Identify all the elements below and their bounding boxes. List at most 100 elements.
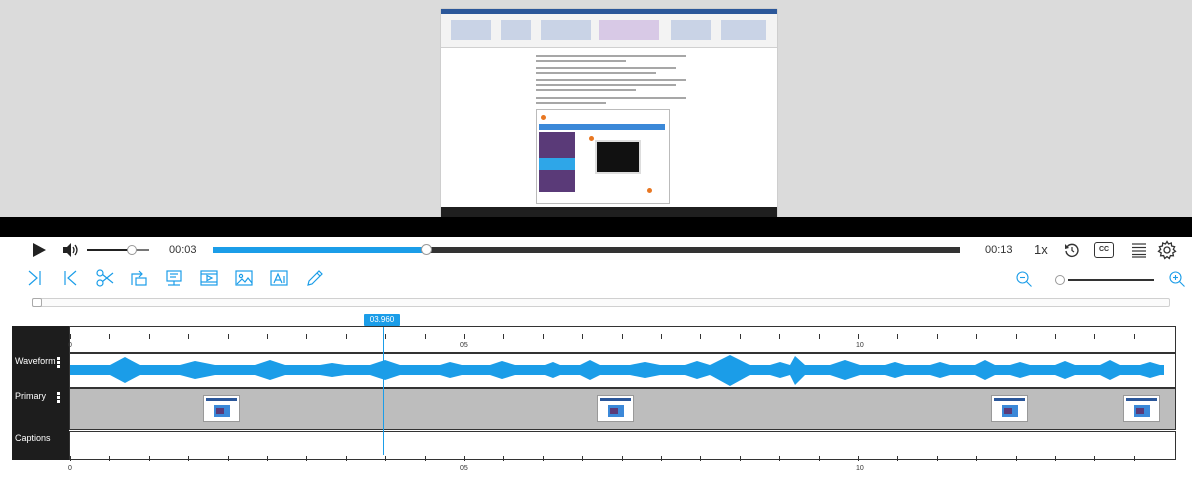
ruler-tick <box>306 456 307 461</box>
duration-time: 00:13 <box>985 244 1013 256</box>
ruler-tick <box>228 334 229 339</box>
ruler-label-0: 0 <box>68 342 72 349</box>
track-name: Waveform <box>15 356 56 366</box>
seek-bar-handle[interactable] <box>421 244 432 255</box>
ruler-tick <box>622 334 623 339</box>
list-menu-icon[interactable] <box>1130 241 1148 259</box>
playhead-line[interactable] <box>383 327 384 455</box>
current-time: 00:03 <box>169 244 197 256</box>
replay-icon[interactable] <box>1063 241 1081 259</box>
waveform-graphic <box>70 355 1164 386</box>
letterbox-band <box>0 217 1192 237</box>
ruler-tick <box>503 456 504 461</box>
ruler-tick <box>267 334 268 339</box>
ruler-header <box>12 326 69 353</box>
video-preview[interactable] <box>0 0 1192 217</box>
clip-thumbnail[interactable] <box>991 395 1028 422</box>
track-label-primary[interactable]: Primary <box>12 388 69 430</box>
ruler-tick <box>976 334 977 339</box>
ruler-tick <box>503 334 504 339</box>
ruler-tick <box>937 456 938 461</box>
clip-thumbnail[interactable] <box>1123 395 1160 422</box>
ruler-tick <box>109 456 110 461</box>
video-insert-icon[interactable] <box>199 268 219 288</box>
ruler-tick <box>1016 334 1017 339</box>
ruler-tick <box>70 456 71 461</box>
insert-icon[interactable] <box>129 268 149 288</box>
track-menu-icon[interactable] <box>57 357 61 369</box>
ruler-tick <box>1094 334 1095 339</box>
ruler-tick <box>346 456 347 461</box>
closed-captions-icon[interactable]: CC <box>1094 242 1114 258</box>
ruler-tick <box>582 456 583 461</box>
ruler-tick <box>385 334 386 339</box>
ruler-tick <box>858 334 859 339</box>
volume-slider-fill <box>87 249 132 251</box>
zoom-out-icon[interactable] <box>1015 270 1033 288</box>
play-icon[interactable] <box>30 241 48 259</box>
ruler-tick <box>385 456 386 461</box>
ruler-tick <box>740 456 741 461</box>
text-insert-icon[interactable] <box>269 268 289 288</box>
ruler-tick <box>1134 456 1135 461</box>
ruler-tick <box>661 334 662 339</box>
ruler-tick <box>858 456 859 461</box>
ruler-tick <box>819 334 820 339</box>
ruler-tick <box>897 334 898 339</box>
ruler-label-10-bottom: 10 <box>856 465 864 472</box>
ruler-tick <box>188 456 189 461</box>
timeline-scrollbar-thumb[interactable] <box>32 298 42 307</box>
ruler-tick <box>1094 456 1095 461</box>
timeline-scrollbar[interactable] <box>32 298 1170 307</box>
volume-icon[interactable] <box>62 242 80 258</box>
ruler-tick <box>779 456 780 461</box>
ruler-tick <box>1134 334 1135 339</box>
ruler-tick <box>700 334 701 339</box>
ruler-tick <box>149 334 150 339</box>
pencil-icon[interactable] <box>305 268 325 288</box>
zoom-slider-track[interactable] <box>1068 279 1154 281</box>
ruler-tick <box>582 334 583 339</box>
ruler-label-0-bottom: 0 <box>68 465 72 472</box>
clip-thumbnail[interactable] <box>203 395 240 422</box>
track-label-waveform[interactable]: Waveform <box>12 353 69 388</box>
ruler-tick <box>622 456 623 461</box>
ruler-tick <box>425 334 426 339</box>
gear-icon[interactable] <box>1157 240 1177 260</box>
playhead-time[interactable]: 03.960 <box>364 314 400 326</box>
ruler-tick <box>976 456 977 461</box>
speed-button[interactable]: 1x <box>1034 242 1048 257</box>
ruler-tick <box>897 456 898 461</box>
ruler-label-05: 05 <box>460 342 468 349</box>
ruler-tick <box>937 334 938 339</box>
ruler-tick <box>819 456 820 461</box>
scissors-icon[interactable] <box>95 268 115 288</box>
clip-thumbnail[interactable] <box>597 395 634 422</box>
volume-slider-handle[interactable] <box>127 245 137 255</box>
track-menu-icon[interactable] <box>57 392 61 404</box>
ruler-tick <box>70 334 71 339</box>
ruler-tick <box>740 334 741 339</box>
track-label-captions[interactable]: Captions <box>12 430 69 460</box>
image-insert-icon[interactable] <box>234 268 254 288</box>
ruler-tick <box>306 334 307 339</box>
video-frame <box>441 9 777 217</box>
presentation-icon[interactable] <box>164 268 184 288</box>
timeline-ruler[interactable] <box>69 326 1176 353</box>
ruler-tick <box>1055 456 1056 461</box>
ruler-label-10: 10 <box>856 342 864 349</box>
mark-in-icon[interactable] <box>25 268 45 288</box>
ruler-tick <box>109 334 110 339</box>
ruler-tick <box>228 456 229 461</box>
zoom-slider-handle[interactable] <box>1055 275 1065 285</box>
ruler-tick <box>543 334 544 339</box>
ruler-tick <box>1055 334 1056 339</box>
ruler-tick <box>464 334 465 339</box>
ruler-tick <box>779 334 780 339</box>
mark-out-icon[interactable] <box>60 268 80 288</box>
seek-bar-progress <box>213 247 427 253</box>
ruler-tick <box>1016 456 1017 461</box>
zoom-in-icon[interactable] <box>1168 270 1186 288</box>
ruler-tick <box>464 456 465 461</box>
ruler-tick <box>425 456 426 461</box>
